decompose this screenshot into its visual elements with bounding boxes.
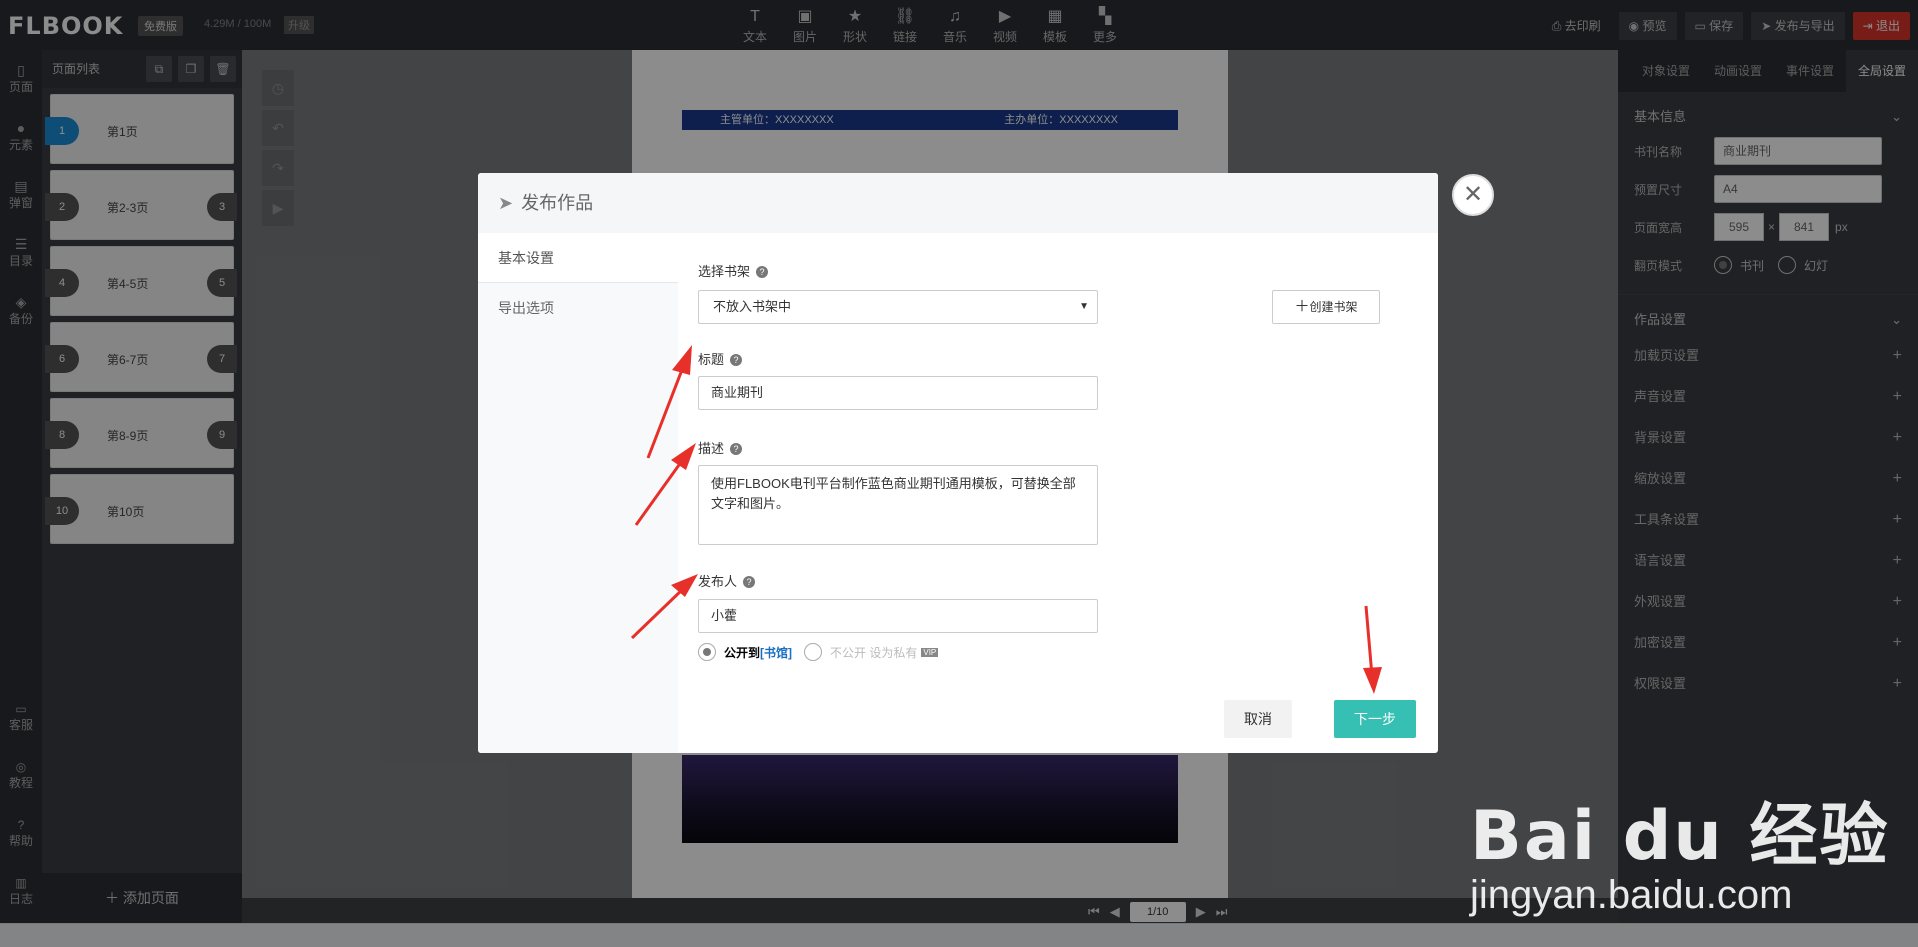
- annotation-arrow-description: [634, 457, 686, 526]
- baidu-watermark: Bai du 经验 jingyan.baidu.com: [1470, 780, 1889, 918]
- annotation-arrow-publisher: [630, 586, 686, 640]
- annotation-arrow-title: [646, 361, 687, 459]
- watermark-url: jingyan.baidu.com: [1470, 873, 1793, 917]
- watermark-brand: Bai du 经验: [1470, 797, 1890, 876]
- annotation-arrow-next: [1364, 605, 1374, 677]
